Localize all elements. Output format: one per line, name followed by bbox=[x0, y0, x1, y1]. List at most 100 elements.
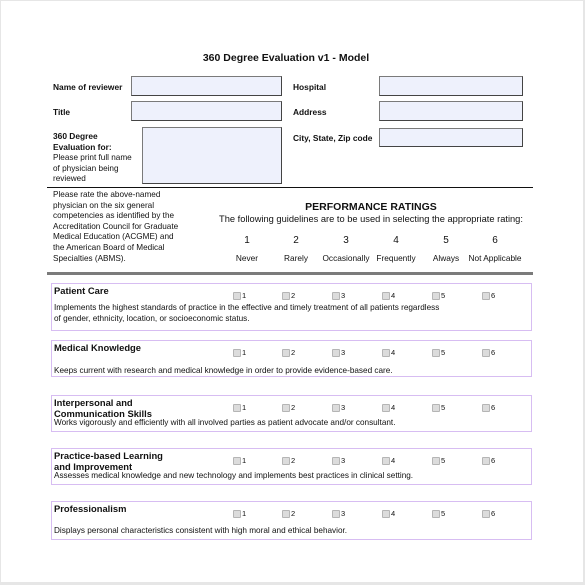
rating-option-5[interactable]: 5 bbox=[432, 456, 445, 465]
rating-checkbox[interactable] bbox=[332, 348, 340, 357]
rating-option-2[interactable]: 2 bbox=[282, 509, 295, 518]
rating-checkbox[interactable] bbox=[332, 456, 340, 465]
rating-option-label: 4 bbox=[391, 509, 396, 518]
rating-checkbox[interactable] bbox=[432, 348, 440, 357]
rating-option-6[interactable]: 6 bbox=[482, 348, 495, 357]
competency-description: Works vigorously and efficiently with al… bbox=[54, 417, 524, 428]
rating-checkbox[interactable] bbox=[233, 456, 241, 465]
rating-checkbox[interactable] bbox=[382, 509, 390, 518]
rating-checkbox[interactable] bbox=[282, 509, 290, 518]
evaluation-for-label-line: 360 Degree bbox=[53, 131, 98, 141]
competency-description: Displays personal characteristics consis… bbox=[54, 525, 524, 536]
rating-option-label: 6 bbox=[491, 509, 496, 518]
rating-option-label: 3 bbox=[341, 456, 346, 465]
competency-title-line: Medical Knowledge bbox=[54, 342, 141, 353]
competency-card: Professionalism 1 2 3 4 5 6 Displays personal c… bbox=[51, 501, 532, 540]
rating-checkbox[interactable] bbox=[233, 291, 241, 300]
competency-description-line: Works vigorously and efficiently with al… bbox=[54, 418, 396, 427]
rating-checkbox[interactable] bbox=[482, 291, 490, 300]
rating-checkbox[interactable] bbox=[432, 291, 440, 300]
instructions-line: physician on the six general bbox=[53, 200, 155, 210]
address-field[interactable] bbox=[379, 101, 523, 121]
rating-checkbox[interactable] bbox=[432, 456, 440, 465]
rating-checkbox[interactable] bbox=[282, 348, 290, 357]
rating-option-label: 6 bbox=[491, 348, 496, 357]
evaluation-for-note: of physician being bbox=[53, 163, 119, 173]
rating-option-4[interactable]: 4 bbox=[382, 509, 395, 518]
rating-checkbox[interactable] bbox=[482, 509, 490, 518]
reviewer-name-field[interactable] bbox=[131, 76, 282, 96]
rating-checkbox[interactable] bbox=[233, 403, 241, 412]
rating-option-3[interactable]: 3 bbox=[332, 456, 345, 465]
rating-option-6[interactable]: 6 bbox=[482, 403, 495, 412]
rating-option-label: 5 bbox=[441, 348, 446, 357]
section-divider-thick bbox=[47, 272, 533, 275]
hospital-label: Hospital bbox=[293, 82, 327, 92]
rating-checkbox[interactable] bbox=[382, 291, 390, 300]
rating-option-1[interactable]: 1 bbox=[233, 509, 246, 518]
rating-checkbox[interactable] bbox=[332, 509, 340, 518]
competency-title-line: Practice-based Learning bbox=[54, 450, 163, 461]
rating-option-3[interactable]: 3 bbox=[332, 348, 345, 357]
rating-option-4[interactable]: 4 bbox=[382, 403, 395, 412]
rating-option-2[interactable]: 2 bbox=[282, 403, 295, 412]
rating-option-5[interactable]: 5 bbox=[432, 348, 445, 357]
rating-checkbox[interactable] bbox=[233, 348, 241, 357]
rating-option-5[interactable]: 5 bbox=[432, 509, 445, 518]
rating-checkbox[interactable] bbox=[382, 456, 390, 465]
rating-option-label: 5 bbox=[441, 456, 446, 465]
instructions-line: Accreditation Council for Graduate bbox=[53, 221, 179, 231]
rating-option-2[interactable]: 2 bbox=[282, 291, 295, 300]
rating-option-4[interactable]: 4 bbox=[382, 456, 395, 465]
section-divider bbox=[47, 187, 533, 188]
competency-card: Practice-based Learning and Improvement 1 2… bbox=[51, 448, 532, 485]
rating-checkbox[interactable] bbox=[282, 403, 290, 412]
evaluation-for-field[interactable] bbox=[142, 127, 282, 184]
competency-title: Medical Knowledge bbox=[54, 342, 141, 353]
rating-option-2[interactable]: 2 bbox=[282, 348, 295, 357]
rating-checkbox[interactable] bbox=[282, 456, 290, 465]
rating-option-label: 2 bbox=[291, 509, 296, 518]
hospital-field[interactable] bbox=[379, 76, 523, 96]
rating-option-5[interactable]: 5 bbox=[432, 291, 445, 300]
rating-checkbox[interactable] bbox=[382, 403, 390, 412]
rating-checkbox[interactable] bbox=[482, 348, 490, 357]
rating-option-4[interactable]: 4 bbox=[382, 291, 395, 300]
rating-checkbox[interactable] bbox=[332, 291, 340, 300]
competency-title: Patient Care bbox=[54, 285, 109, 296]
rating-option-3[interactable]: 3 bbox=[332, 509, 345, 518]
rating-checkbox[interactable] bbox=[432, 509, 440, 518]
rating-option-6[interactable]: 6 bbox=[482, 509, 495, 518]
address-label: Address bbox=[293, 107, 327, 117]
rating-option-2[interactable]: 2 bbox=[282, 456, 295, 465]
rating-checkbox[interactable] bbox=[233, 509, 241, 518]
rating-option-1[interactable]: 1 bbox=[233, 456, 246, 465]
rating-option-label: 2 bbox=[291, 291, 296, 300]
rating-option-5[interactable]: 5 bbox=[432, 403, 445, 412]
rating-checkbox[interactable] bbox=[482, 403, 490, 412]
rating-option-3[interactable]: 3 bbox=[332, 403, 345, 412]
instructions: Please rate the above-named physician on… bbox=[53, 190, 203, 264]
rating-checkbox[interactable] bbox=[382, 348, 390, 357]
rating-option-label: 5 bbox=[441, 403, 446, 412]
rating-option-1[interactable]: 1 bbox=[233, 291, 246, 300]
rating-checkbox[interactable] bbox=[282, 291, 290, 300]
instructions-line: the American Board of Medical bbox=[53, 242, 165, 252]
rating-option-6[interactable]: 6 bbox=[482, 456, 495, 465]
rating-option-1[interactable]: 1 bbox=[233, 403, 246, 412]
rating-option-label: 3 bbox=[341, 509, 346, 518]
rating-option-label: 2 bbox=[291, 456, 296, 465]
rating-option-3[interactable]: 3 bbox=[332, 291, 345, 300]
rating-option-4[interactable]: 4 bbox=[382, 348, 395, 357]
title-field[interactable] bbox=[131, 101, 282, 121]
evaluation-for-note: reviewed bbox=[53, 174, 86, 184]
city-state-zip-field[interactable] bbox=[379, 128, 523, 147]
rating-checkbox[interactable] bbox=[432, 403, 440, 412]
rating-checkbox[interactable] bbox=[332, 403, 340, 412]
rating-option-label: 1 bbox=[242, 291, 247, 300]
competency-title: Practice-based Learning and Improvement bbox=[54, 450, 163, 472]
competency-title-line: Patient Care bbox=[54, 285, 109, 296]
rating-option-6[interactable]: 6 bbox=[482, 291, 495, 300]
rating-option-1[interactable]: 1 bbox=[233, 348, 246, 357]
rating-checkbox[interactable] bbox=[482, 456, 490, 465]
